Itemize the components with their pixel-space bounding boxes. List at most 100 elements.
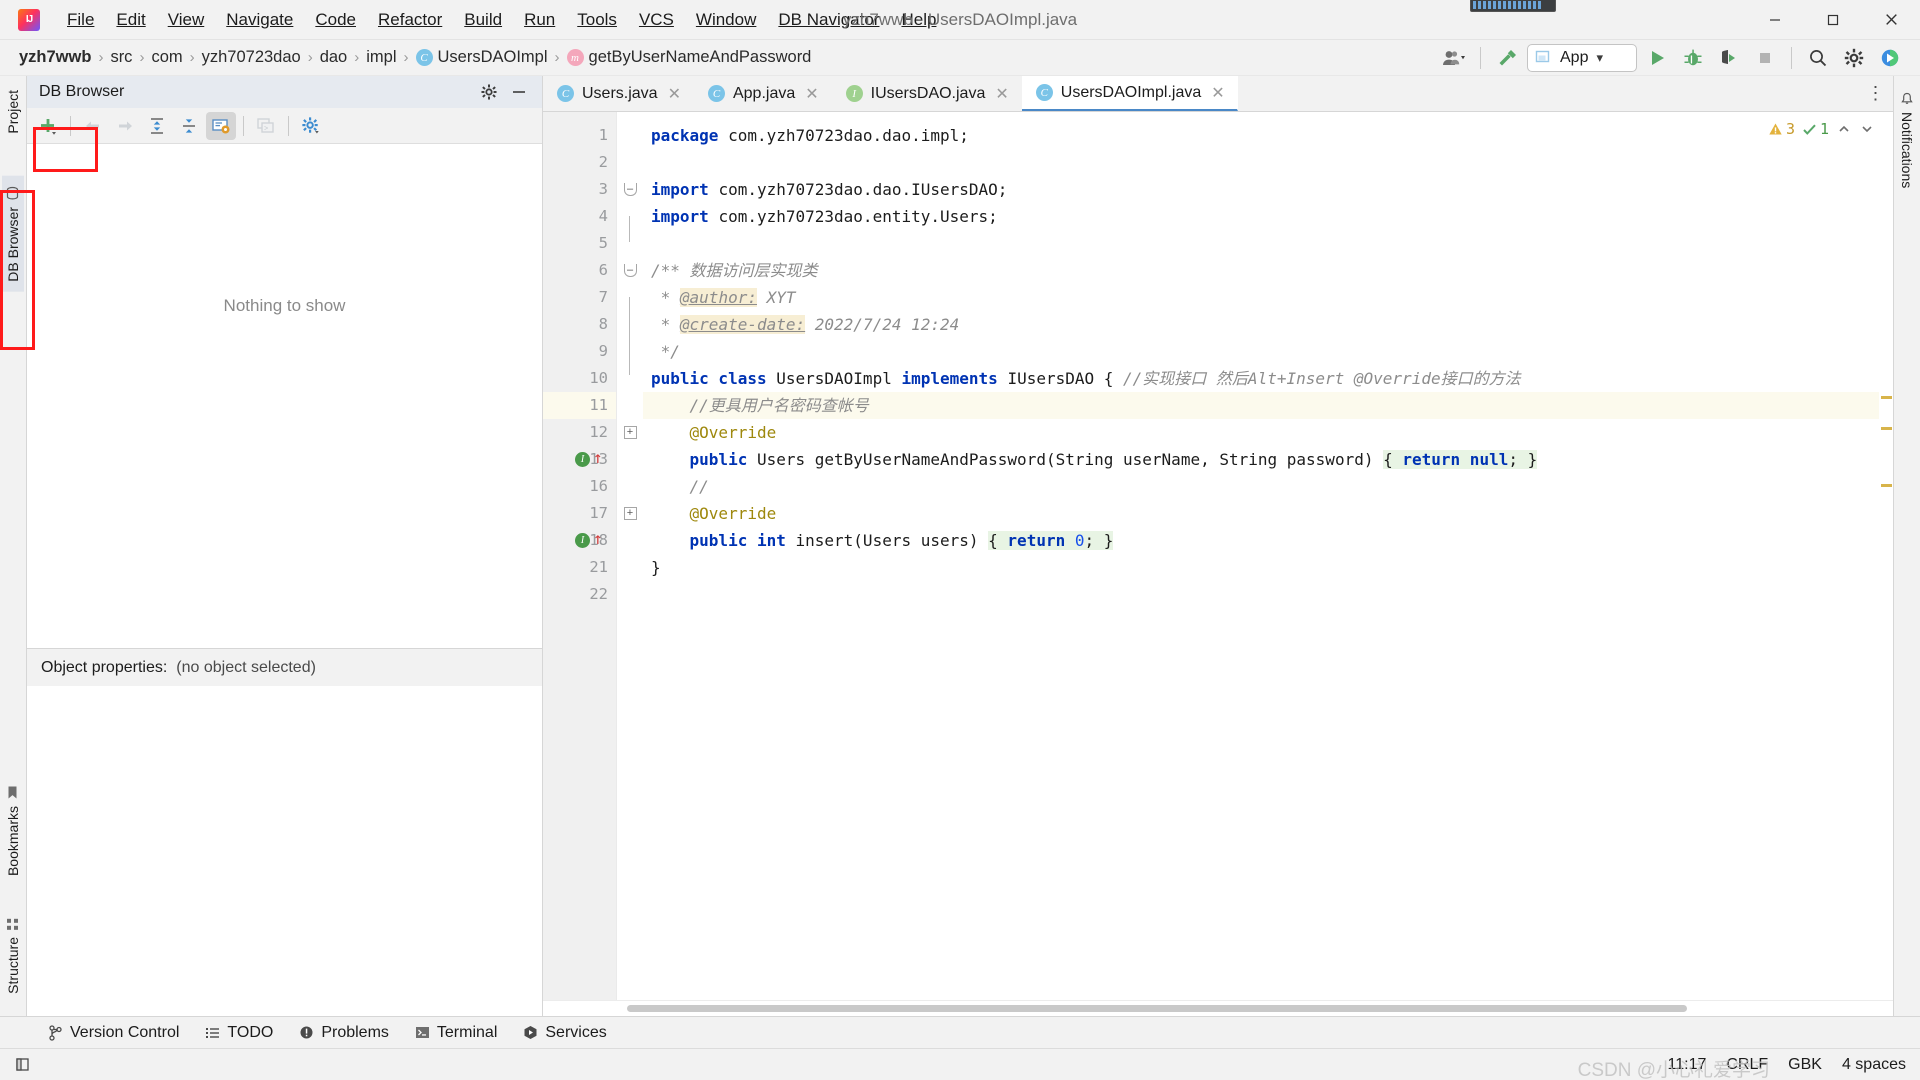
show-object-properties-icon[interactable] — [206, 111, 236, 140]
breadcrumb-item-com[interactable]: com — [146, 46, 187, 69]
close-icon[interactable]: ✕ — [1209, 83, 1226, 103]
menu-code[interactable]: Code — [304, 6, 367, 34]
indent-setting[interactable]: 4 spaces — [1842, 1056, 1906, 1074]
main-content: Project DB Browser Bookmarks Structure D… — [0, 76, 1920, 1016]
fold-marker-javadoc[interactable]: – — [617, 257, 643, 284]
inspection-widget[interactable]: 3 1 — [1768, 120, 1875, 138]
close-button[interactable] — [1862, 0, 1920, 39]
line-number-with-run-marker[interactable]: 13 I ↑ — [543, 446, 616, 473]
menu-navigate[interactable]: Navigate — [215, 6, 304, 34]
tab-label: IUsersDAO.java — [870, 84, 986, 102]
editor-tab-users[interactable]: C Users.java ✕ — [543, 76, 694, 111]
breadcrumb-item-class[interactable]: C UsersDAOImpl — [411, 46, 553, 69]
collapse-all-icon[interactable] — [174, 112, 204, 140]
expand-all-icon[interactable] — [142, 112, 172, 140]
ide-assistant-icon[interactable] — [1874, 43, 1906, 73]
run-with-coverage-icon[interactable] — [1713, 43, 1745, 73]
code-text-area[interactable]: package com.yzh70723dao.dao.impl; import… — [643, 112, 1893, 1000]
minimize-button[interactable] — [1746, 0, 1804, 39]
settings-gear-icon[interactable] — [1838, 43, 1870, 73]
fold-marker-method-2[interactable]: + — [617, 500, 643, 527]
rail-item-project[interactable]: Project — [5, 82, 21, 142]
warning-marker[interactable] — [1881, 396, 1892, 399]
caret-position[interactable]: 11:17 — [1668, 1056, 1707, 1074]
hide-tool-window-icon[interactable] — [504, 78, 534, 106]
rail-item-structure[interactable]: Structure — [5, 910, 21, 1002]
collapse-icon[interactable]: – — [623, 264, 637, 277]
editor-marker-stripe[interactable] — [1879, 112, 1893, 1000]
menu-help[interactable]: Help — [890, 6, 947, 34]
bottom-item-services[interactable]: Services — [523, 1024, 607, 1042]
indexing-progress-indicator — [1470, 0, 1556, 12]
collapse-icon[interactable]: – — [623, 183, 637, 196]
bottom-item-problems[interactable]: Problems — [299, 1024, 389, 1042]
breadcrumb-item-method[interactable]: m getByUserNameAndPassword — [562, 46, 817, 69]
implementing-method-icon[interactable]: ↑ — [593, 450, 603, 466]
bottom-item-todo[interactable]: TODO — [205, 1024, 273, 1042]
breadcrumb-item-src[interactable]: src — [105, 46, 137, 69]
close-icon[interactable]: ✕ — [993, 84, 1010, 104]
code-folding-gutter[interactable]: – – + + — [617, 112, 643, 1000]
warning-marker[interactable] — [1881, 484, 1892, 487]
close-icon[interactable]: ✕ — [803, 84, 820, 104]
warning-count[interactable]: 3 — [1768, 120, 1795, 138]
menu-run[interactable]: Run — [513, 6, 566, 34]
menu-build[interactable]: Build — [453, 6, 513, 34]
run-method-gutter-icon[interactable]: I — [575, 533, 590, 548]
maximize-button[interactable] — [1804, 0, 1862, 39]
breadcrumb-separator: › — [354, 49, 360, 66]
file-encoding[interactable]: GBK — [1788, 1056, 1822, 1074]
forward-arrow-icon[interactable] — [110, 112, 140, 140]
previous-problem-icon[interactable] — [1836, 122, 1852, 136]
line-number-with-run-marker[interactable]: 18 I ↑ — [543, 527, 616, 554]
run-configuration-selector[interactable]: App ▾ — [1527, 43, 1637, 72]
menu-window[interactable]: Window — [685, 6, 767, 34]
open-sql-console-icon[interactable]: > — [251, 112, 281, 140]
expand-icon[interactable]: + — [623, 426, 637, 439]
editor-tab-app[interactable]: C App.java ✕ — [694, 76, 832, 111]
back-arrow-icon[interactable] — [78, 112, 108, 140]
bottom-item-terminal[interactable]: Terminal — [415, 1024, 497, 1042]
breadcrumb-item-project[interactable]: yzh7wwb — [14, 46, 96, 69]
user-account-icon[interactable] — [1438, 43, 1470, 73]
db-settings-icon[interactable] — [296, 112, 326, 140]
build-hammer-icon[interactable] — [1491, 43, 1523, 73]
rail-item-db-browser[interactable]: DB Browser — [2, 175, 24, 292]
bottom-item-version-control[interactable]: Version Control — [48, 1024, 179, 1042]
close-icon[interactable]: ✕ — [666, 84, 683, 104]
search-everywhere-icon[interactable] — [1802, 43, 1834, 73]
stop-icon[interactable] — [1749, 43, 1781, 73]
run-icon[interactable] — [1641, 43, 1673, 73]
editor-tab-iusersdao[interactable]: I IUsersDAO.java ✕ — [832, 76, 1022, 111]
menu-view[interactable]: View — [157, 6, 216, 34]
implementing-method-icon[interactable]: ↑ — [593, 531, 603, 547]
menu-file[interactable]: File — [56, 6, 105, 34]
menu-edit[interactable]: Edit — [105, 6, 156, 34]
menu-vcs[interactable]: VCS — [628, 6, 685, 34]
rail-item-bookmarks[interactable]: Bookmarks — [5, 777, 21, 884]
code-editor[interactable]: 1 2 3 4 5 6 7 8 9 10 11 12 13 I ↑ 16 17 … — [543, 112, 1893, 1000]
ok-count[interactable]: 1 — [1802, 120, 1829, 138]
line-separator[interactable]: CRLF — [1726, 1056, 1768, 1074]
breadcrumb-item-dao[interactable]: dao — [315, 46, 353, 69]
fold-marker-method-1[interactable]: + — [617, 419, 643, 446]
breadcrumb-item-impl[interactable]: impl — [361, 46, 401, 69]
editor-tab-usersdaoimpl[interactable]: C UsersDAOImpl.java ✕ — [1021, 76, 1238, 111]
breadcrumb-item-yzh70723dao[interactable]: yzh70723dao — [197, 46, 306, 69]
breadcrumb-label: yzh7wwb — [19, 48, 92, 66]
menu-db-navigator[interactable]: DB Navigator — [767, 6, 890, 34]
fold-marker-imports[interactable]: – — [617, 176, 643, 203]
editor-tabs-more-button[interactable]: ⋮ — [1859, 76, 1893, 111]
run-method-gutter-icon[interactable]: I — [575, 452, 590, 467]
show-tool-windows-icon[interactable] — [10, 1056, 32, 1074]
add-connection-icon[interactable] — [33, 112, 63, 140]
rail-item-notifications[interactable]: Notifications — [1899, 84, 1915, 196]
expand-icon[interactable]: + — [623, 507, 637, 520]
debug-icon[interactable] — [1677, 43, 1709, 73]
warning-marker[interactable] — [1881, 427, 1892, 430]
menu-refactor[interactable]: Refactor — [367, 6, 453, 34]
editor-horizontal-scrollbar[interactable] — [543, 1000, 1893, 1016]
next-problem-icon[interactable] — [1859, 122, 1875, 136]
gear-icon[interactable] — [474, 78, 504, 106]
menu-tools[interactable]: Tools — [566, 6, 628, 34]
